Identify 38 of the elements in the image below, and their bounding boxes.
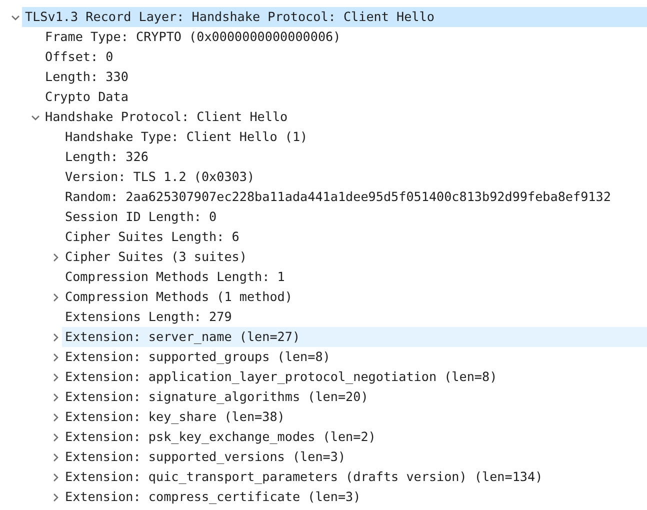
tree-item[interactable]: Extension: server_name (len=27) <box>62 327 647 347</box>
chevron-right-icon[interactable] <box>51 452 60 462</box>
tree-item[interactable]: Handshake Protocol: Client Hello <box>42 107 647 127</box>
tree-item[interactable]: Compression Methods (1 method) <box>62 287 647 307</box>
chevron-right-icon[interactable] <box>51 412 60 422</box>
tree-item[interactable]: Extension: signature_algorithms (len=20) <box>62 387 647 407</box>
chevron-right-icon[interactable] <box>51 372 60 382</box>
tree-item[interactable]: Version: TLS 1.2 (0x0303) <box>62 167 647 187</box>
chevron-right-icon[interactable] <box>51 352 60 362</box>
tree-item[interactable]: TLSv1.3 Record Layer: Handshake Protocol: Client Hello <box>22 7 647 27</box>
tree-item[interactable]: Cipher Suites (3 suites) <box>62 247 647 267</box>
tree-item[interactable]: Cipher Suites Length: 6 <box>62 227 647 247</box>
chevron-right-icon[interactable] <box>51 432 60 442</box>
chevron-down-icon[interactable] <box>31 112 40 122</box>
tree-item[interactable]: Extension: quic_transport_parameters (drafts version) (len=134) <box>62 467 647 487</box>
chevron-right-icon[interactable] <box>51 472 60 482</box>
tree-item[interactable]: Extension: supported_versions (len=3) <box>62 447 647 467</box>
tree-item[interactable]: Frame Type: CRYPTO (0x0000000000000006) <box>42 27 647 47</box>
tree-item[interactable]: Offset: 0 <box>42 47 647 67</box>
chevron-right-icon[interactable] <box>51 492 60 502</box>
chevron-right-icon[interactable] <box>51 392 60 402</box>
chevron-down-icon[interactable] <box>11 12 20 22</box>
tree-item[interactable]: Compression Methods Length: 1 <box>62 267 647 287</box>
tree-item[interactable]: Length: 330 <box>42 67 647 87</box>
chevron-right-icon[interactable] <box>51 292 60 302</box>
tree-item[interactable]: Extension: psk_key_exchange_modes (len=2) <box>62 427 647 447</box>
tree-item[interactable]: Handshake Type: Client Hello (1) <box>62 127 647 147</box>
tree-item[interactable]: Crypto Data <box>42 87 647 107</box>
tree-item[interactable]: Extension: supported_groups (len=8) <box>62 347 647 367</box>
chevron-right-icon[interactable] <box>51 332 60 342</box>
tree-item[interactable]: Random: 2aa625307907ec228ba11ada441a1dee95d5f051400c813b92d99feba8ef9132 <box>62 187 647 207</box>
tree-item[interactable]: Extension: compress_certificate (len=3) <box>62 487 647 507</box>
tree-item[interactable]: Extensions Length: 279 <box>62 307 647 327</box>
chevron-right-icon[interactable] <box>51 252 60 262</box>
tree-item[interactable]: Session ID Length: 0 <box>62 207 647 227</box>
tree-item[interactable]: Extension: application_layer_protocol_negotiation (len=8) <box>62 367 647 387</box>
tree-item[interactable]: Extension: key_share (len=38) <box>62 407 647 427</box>
tree-item[interactable]: Length: 326 <box>62 147 647 167</box>
